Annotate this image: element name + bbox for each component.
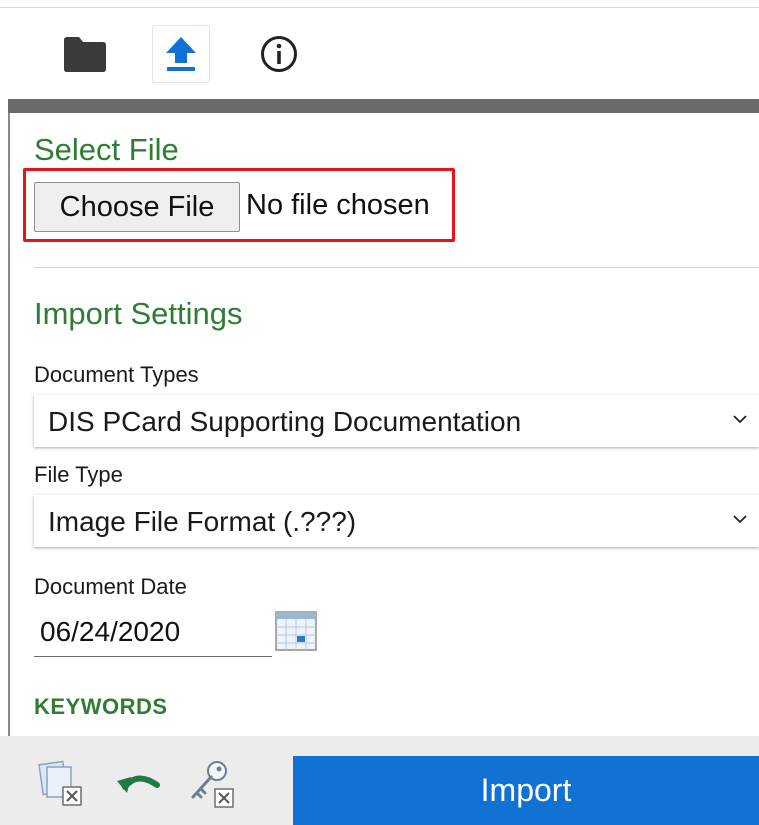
upload-icon: [166, 37, 196, 71]
clear-keywords-button[interactable]: [184, 756, 240, 812]
panel-header-bar: [8, 99, 759, 113]
undo-button[interactable]: [112, 756, 168, 812]
chevron-down-icon: [733, 515, 747, 524]
document-types-label: Document Types: [34, 362, 199, 387]
file-type-value: Image File Format (.???): [48, 506, 357, 537]
documents-clear-icon: [38, 760, 82, 806]
chevron-down-icon: [733, 415, 747, 424]
file-type-label: File Type: [34, 462, 123, 487]
document-types-value: DIS PCard Supporting Documentation: [48, 406, 522, 437]
section-divider: [34, 267, 759, 268]
import-settings-title: Import Settings: [34, 296, 243, 331]
file-status-text: No file chosen: [246, 189, 430, 221]
clear-documents-button[interactable]: [34, 756, 90, 812]
keywords-heading: KEYWORDS: [34, 694, 168, 719]
import-button[interactable]: Import: [293, 756, 759, 825]
toolbar: [0, 8, 759, 98]
upload-button[interactable]: [152, 25, 210, 83]
folder-button[interactable]: [56, 25, 114, 83]
info-button[interactable]: [250, 25, 308, 83]
footer-toolbar: Import: [0, 736, 759, 825]
document-date-value: 06/24/2020: [40, 616, 181, 647]
choose-file-button[interactable]: Choose File: [34, 182, 240, 232]
document-types-select[interactable]: DIS PCard Supporting Documentation: [34, 395, 759, 447]
key-clear-icon: [191, 761, 234, 808]
select-file-title: Select File: [34, 132, 179, 167]
calendar-icon[interactable]: [274, 608, 318, 652]
file-type-select[interactable]: Image File Format (.???): [34, 495, 759, 547]
folder-icon: [64, 37, 106, 72]
info-icon: [261, 36, 297, 72]
document-date-label: Document Date: [34, 574, 187, 599]
document-date-input[interactable]: 06/24/2020: [34, 610, 272, 657]
undo-icon: [117, 775, 160, 793]
